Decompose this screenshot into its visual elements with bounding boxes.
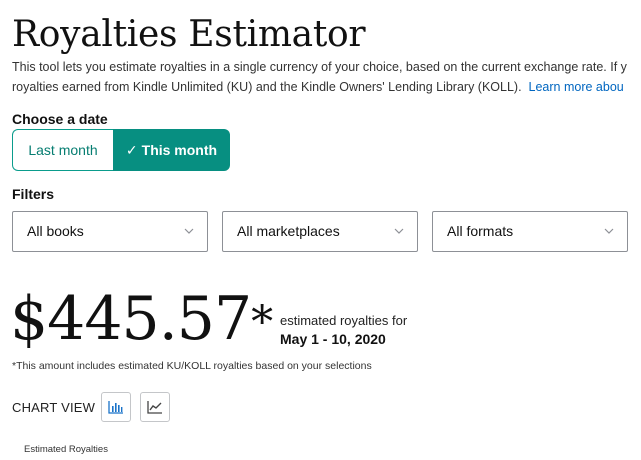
- this-month-label: This month: [141, 142, 218, 158]
- last-month-label: Last month: [28, 142, 98, 158]
- bar-chart-view-button[interactable]: [101, 392, 131, 422]
- choose-date-label: Choose a date: [12, 111, 108, 127]
- checkmark-icon: ✓: [125, 141, 138, 158]
- royalties-amount: $445.57*: [10, 281, 273, 357]
- chart-view-label: CHART VIEW: [12, 400, 96, 415]
- royalties-amount-value: $445.57: [10, 284, 252, 354]
- formats-dropdown-value: All formats: [447, 223, 514, 239]
- this-month-button[interactable]: ✓ This month: [113, 129, 230, 171]
- chevron-down-icon: [184, 228, 194, 234]
- marketplaces-dropdown-value: All marketplaces: [237, 223, 340, 239]
- date-range: May 1 - 10, 2020: [280, 331, 386, 347]
- page-title: Royalties Estimator: [12, 14, 366, 55]
- estimated-royalties-label: estimated royalties for: [280, 313, 408, 328]
- marketplaces-dropdown[interactable]: All marketplaces: [222, 211, 418, 252]
- date-toggle: Last month ✓ This month: [12, 129, 230, 171]
- chevron-down-icon: [394, 228, 404, 234]
- page-description: This tool lets you estimate royalties in…: [12, 57, 641, 97]
- description-line-1: This tool lets you estimate royalties in…: [12, 60, 627, 74]
- books-dropdown-value: All books: [27, 223, 84, 239]
- footnote: *This amount includes estimated KU/KOLL …: [12, 360, 372, 372]
- amount-asterisk: *: [251, 297, 273, 348]
- books-dropdown[interactable]: All books: [12, 211, 208, 252]
- last-month-button[interactable]: Last month: [12, 129, 113, 171]
- bar-chart-icon: [108, 401, 123, 414]
- description-line-2: royalties earned from Kindle Unlimited (…: [12, 77, 641, 97]
- line-chart-view-button[interactable]: [140, 392, 170, 422]
- chart-y-axis-label: Estimated Royalties: [24, 444, 108, 455]
- chevron-down-icon: [604, 228, 614, 234]
- description-text: royalties earned from Kindle Unlimited (…: [12, 80, 522, 94]
- formats-dropdown[interactable]: All formats: [432, 211, 628, 252]
- line-chart-icon: [147, 401, 162, 414]
- learn-more-link[interactable]: Learn more abou: [529, 80, 624, 94]
- filters-label: Filters: [12, 186, 55, 202]
